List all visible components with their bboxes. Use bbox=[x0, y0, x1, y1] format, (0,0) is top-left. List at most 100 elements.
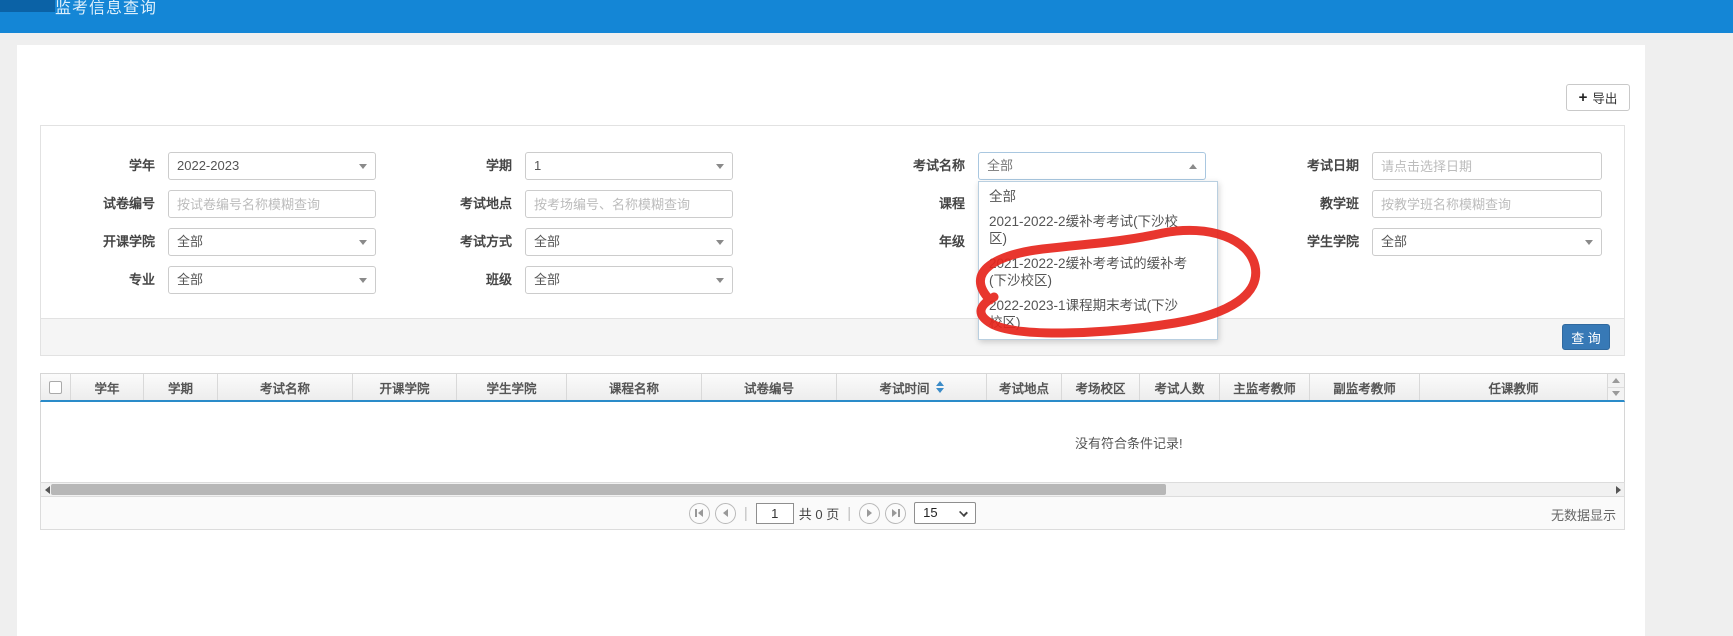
table-column-header-label: 考试人数 bbox=[1154, 378, 1204, 397]
exam-place-input[interactable] bbox=[525, 190, 733, 218]
exam-name-dropdown-list: 全部2021-2022-2缓补考考试(下沙校 区)2021-2022-2缓补考考… bbox=[978, 181, 1218, 340]
page-title: 监考信息查询 bbox=[55, 0, 157, 18]
field-class: 班级 全部 bbox=[525, 266, 733, 294]
major-select[interactable]: 全部 bbox=[168, 266, 376, 294]
table-column-header[interactable]: 考试地点 bbox=[987, 374, 1062, 400]
field-exam-method: 考试方式 全部 bbox=[525, 228, 733, 256]
table-column-header-label: 副监考教师 bbox=[1333, 378, 1396, 397]
chevron-down-icon bbox=[359, 278, 367, 283]
field-exam-method-label: 考试方式 bbox=[392, 228, 512, 256]
field-semester-label: 学期 bbox=[392, 152, 512, 180]
semester-select[interactable]: 1 bbox=[525, 152, 733, 180]
chevron-down-icon bbox=[359, 240, 367, 245]
field-major: 专业 全部 bbox=[168, 266, 376, 294]
field-school-year-label: 学年 bbox=[35, 152, 155, 180]
top-bar: 监考信息查询 bbox=[0, 0, 1733, 33]
field-class-label: 班级 bbox=[392, 266, 512, 294]
table-column-header-label: 考试时间 bbox=[879, 378, 929, 397]
table-column-header[interactable]: 考试时间 bbox=[837, 374, 987, 400]
page-size-value: 15 bbox=[923, 505, 937, 520]
field-student-college: 学生学院 全部 bbox=[1372, 228, 1602, 256]
exam-method-value: 全部 bbox=[534, 234, 560, 249]
page-size-select[interactable]: 15 bbox=[914, 502, 976, 524]
table-column-header[interactable]: 主监考教师 bbox=[1220, 374, 1310, 400]
sort-icon[interactable] bbox=[936, 381, 944, 393]
table-footer: | 共 0 页 | 15 无数据显示 bbox=[40, 497, 1625, 530]
class-select[interactable]: 全部 bbox=[525, 266, 733, 294]
table-vertical-scrollbar[interactable] bbox=[1607, 374, 1624, 400]
filter-form-footer: 查 询 bbox=[41, 318, 1624, 355]
dropdown-option[interactable]: 2021-2022-2缓补考考试(下沙校 区) bbox=[979, 209, 1217, 251]
export-button[interactable]: + 导出 bbox=[1566, 84, 1630, 111]
field-exam-place-label: 考试地点 bbox=[392, 190, 512, 218]
field-exam-date-label: 考试日期 bbox=[1239, 152, 1359, 180]
total-pages-label: 共 0 页 bbox=[799, 504, 839, 523]
exam-method-select[interactable]: 全部 bbox=[525, 228, 733, 256]
horizontal-scrollbar-thumb[interactable] bbox=[51, 484, 1166, 495]
select-all-checkbox[interactable] bbox=[49, 381, 62, 394]
table-column-header[interactable]: 考试人数 bbox=[1140, 374, 1220, 400]
field-offering-college-label: 开课学院 bbox=[35, 228, 155, 256]
table-column-header-label: 学期 bbox=[168, 378, 193, 397]
field-paper-no: 试卷编号 bbox=[168, 190, 376, 218]
table-column-header[interactable]: 试卷编号 bbox=[702, 374, 837, 400]
dropdown-option[interactable]: 2022-2023-1课程期末考试(下沙 校区) bbox=[979, 293, 1217, 335]
table-header-checkbox-cell bbox=[41, 374, 71, 400]
chevron-down-icon bbox=[959, 508, 968, 517]
field-exam-name: 考试名称 全部 bbox=[978, 152, 1206, 180]
field-semester: 学期 1 bbox=[525, 152, 733, 180]
offering-college-select[interactable]: 全部 bbox=[168, 228, 376, 256]
student-college-select[interactable]: 全部 bbox=[1372, 228, 1602, 256]
student-college-value: 全部 bbox=[1381, 234, 1407, 249]
table-column-header-label: 主监考教师 bbox=[1233, 378, 1296, 397]
last-page-button[interactable] bbox=[885, 503, 906, 524]
table-column-header[interactable]: 开课学院 bbox=[353, 374, 457, 400]
table-column-header[interactable]: 考场校区 bbox=[1062, 374, 1140, 400]
exam-name-select[interactable]: 全部 bbox=[978, 152, 1206, 180]
scroll-up-arrow-icon[interactable] bbox=[1608, 374, 1624, 387]
table-column-header[interactable]: 学年 bbox=[71, 374, 144, 400]
table-column-header-label: 开课学院 bbox=[379, 378, 429, 397]
field-offering-college: 开课学院 全部 bbox=[168, 228, 376, 256]
table-column-header[interactable]: 考试名称 bbox=[218, 374, 353, 400]
top-bar-corner-decoration bbox=[0, 0, 55, 12]
chevron-down-icon bbox=[1585, 240, 1593, 245]
table-column-header-label: 任课教师 bbox=[1488, 378, 1538, 397]
offering-college-value: 全部 bbox=[177, 234, 203, 249]
no-data-label: 无数据显示 bbox=[1551, 505, 1616, 524]
table-column-header[interactable]: 副监考教师 bbox=[1310, 374, 1420, 400]
teaching-class-input[interactable] bbox=[1372, 190, 1602, 218]
first-page-button[interactable] bbox=[689, 503, 710, 524]
table-column-header[interactable]: 学生学院 bbox=[457, 374, 567, 400]
table-column-header-label: 考场校区 bbox=[1075, 378, 1125, 397]
scroll-down-arrow-icon[interactable] bbox=[1608, 387, 1624, 401]
field-exam-place: 考试地点 bbox=[525, 190, 733, 218]
school-year-select[interactable]: 2022-2023 bbox=[168, 152, 376, 180]
dropdown-option[interactable]: 2021-2022-2缓补考考试的缓补考 (下沙校区) bbox=[979, 251, 1217, 293]
table-column-header[interactable]: 课程名称 bbox=[567, 374, 702, 400]
exam-date-input[interactable] bbox=[1372, 152, 1602, 180]
next-page-button[interactable] bbox=[859, 503, 880, 524]
empty-result-message: 没有符合条件记录! bbox=[1075, 433, 1183, 452]
field-course-label: 课程 bbox=[845, 190, 965, 218]
field-paper-no-label: 试卷编号 bbox=[35, 190, 155, 218]
field-school-year: 学年 2022-2023 bbox=[168, 152, 376, 180]
table-body: 没有符合条件记录! bbox=[40, 402, 1625, 482]
table-column-header[interactable]: 学期 bbox=[144, 374, 218, 400]
field-teaching-class-label: 教学班 bbox=[1239, 190, 1359, 218]
table-column-header[interactable]: 任课教师 bbox=[1420, 374, 1607, 400]
field-teaching-class: 教学班 bbox=[1372, 190, 1602, 218]
plus-icon: + bbox=[1579, 90, 1588, 105]
paper-no-input[interactable] bbox=[168, 190, 376, 218]
previous-page-button[interactable] bbox=[715, 503, 736, 524]
page-number-input[interactable] bbox=[756, 503, 794, 524]
field-grade-label: 年级 bbox=[845, 228, 965, 256]
class-value: 全部 bbox=[534, 272, 560, 287]
table-horizontal-scrollbar[interactable] bbox=[40, 482, 1625, 497]
dropdown-option[interactable]: 全部 bbox=[979, 184, 1217, 209]
scroll-right-arrow-icon[interactable] bbox=[1612, 483, 1624, 496]
search-button[interactable]: 查 询 bbox=[1562, 324, 1610, 350]
table-column-header-label: 试卷编号 bbox=[744, 378, 794, 397]
table-column-header-label: 学年 bbox=[94, 378, 119, 397]
chevron-down-icon bbox=[716, 240, 724, 245]
